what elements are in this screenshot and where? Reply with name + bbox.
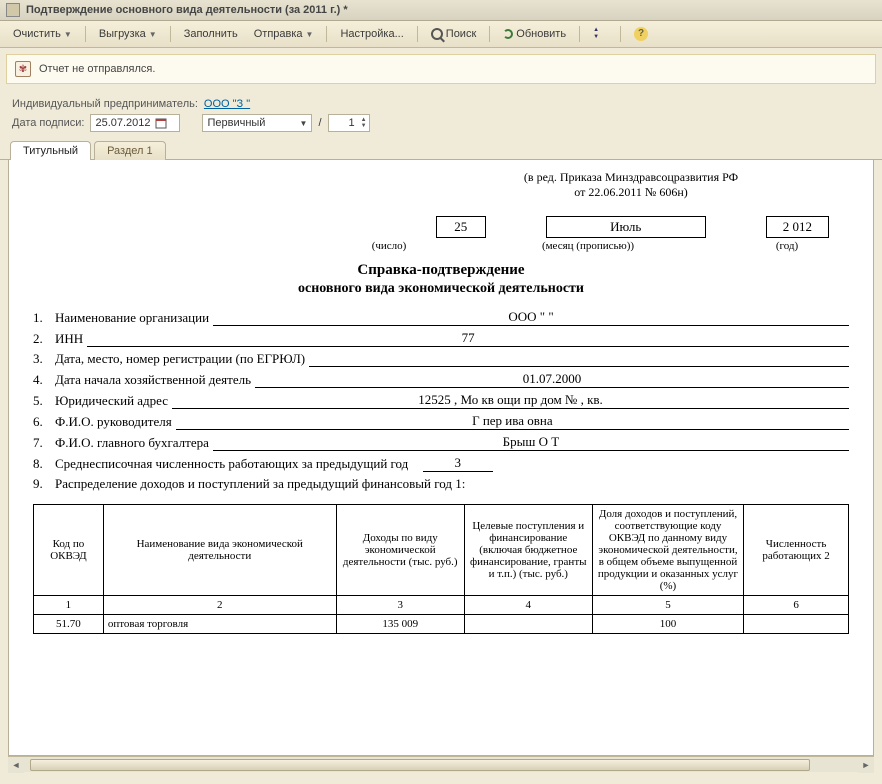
line3-value[interactable] — [309, 352, 849, 367]
edict-line-2: от 22.06.2011 № 606н) — [413, 185, 849, 200]
sign-date-field[interactable]: 25.07.2012 — [90, 114, 180, 132]
main-toolbar: Очистить▼ Выгрузка▼ Заполнить Отправка▼ … — [0, 21, 882, 48]
form-header: Индивидуальный предприниматель: ООО "З "… — [0, 90, 882, 140]
slash-label: / — [318, 117, 321, 129]
search-button[interactable]: Поиск — [424, 25, 483, 43]
hn1: 1 — [34, 596, 104, 615]
separator — [489, 26, 490, 42]
refresh-button[interactable]: Обновить — [496, 25, 573, 43]
tab-title-page[interactable]: Титульный — [10, 141, 91, 160]
line8-label: Среднесписочная численность работающих з… — [55, 456, 408, 472]
hn5: 5 — [592, 596, 743, 615]
th-share: Доля доходов и поступлений, соответствую… — [592, 505, 743, 596]
line4-label: Дата начала хозяйственной деятель — [55, 372, 251, 388]
line1-value[interactable]: ООО " " — [213, 309, 849, 326]
cell-okved[interactable]: 51.70 — [34, 615, 104, 634]
status-icon: ✾ — [15, 61, 31, 77]
ip-link[interactable]: ООО "З " — [204, 98, 250, 110]
scroll-right-icon[interactable]: ► — [858, 757, 874, 773]
doc-title: Справка-подтверждение — [33, 262, 849, 279]
document-viewport[interactable]: (в ред. Приказа Минздравсоцразвития РФ о… — [8, 160, 874, 756]
dropdown-icon[interactable]: ▼ — [300, 119, 308, 128]
export-button[interactable]: Выгрузка▼ — [92, 25, 164, 43]
date-day-box[interactable]: 25 — [436, 216, 486, 238]
th-okved: Код по ОКВЭД — [34, 505, 104, 596]
status-text: Отчет не отправлялся. — [39, 63, 155, 75]
sign-date-value: 25.07.2012 — [95, 117, 150, 129]
line1-label: Наименование организации — [55, 310, 209, 326]
horizontal-scrollbar[interactable]: ◄ ► — [8, 756, 874, 772]
date-year-box[interactable]: 2 012 — [766, 216, 829, 238]
edict-line-1: (в ред. Приказа Минздравсоцразвития РФ — [413, 170, 849, 185]
cell-count[interactable] — [744, 615, 849, 634]
cell-share[interactable]: 100 — [592, 615, 743, 634]
doc-subtitle: основного вида экономической деятельност… — [33, 281, 849, 297]
th-target: Целевые поступления и финансирование (вк… — [464, 505, 592, 596]
ip-label: Индивидуальный предприниматель: — [12, 98, 198, 110]
separator — [620, 26, 621, 42]
line3-label: Дата, место, номер регистрации (по ЕГРЮЛ… — [55, 351, 305, 367]
setup-button[interactable]: Настройка... — [333, 25, 410, 43]
report-number-value: 1 — [331, 117, 358, 129]
dropdown-icon[interactable]: ▼ — [306, 30, 314, 39]
search-icon — [431, 28, 443, 40]
line2-label: ИНН — [55, 331, 83, 347]
line5-label: Юридический адрес — [55, 393, 168, 409]
tab-bar: Титульный Раздел 1 — [0, 140, 882, 160]
date-year-label: (год) — [745, 240, 829, 252]
th-count: Численность работающих 2 — [744, 505, 849, 596]
separator — [170, 26, 171, 42]
expand-icon — [593, 27, 607, 41]
date-day-label: (число) — [347, 240, 431, 252]
cell-name[interactable]: оптовая торговля — [103, 615, 336, 634]
tab-section-1[interactable]: Раздел 1 — [94, 141, 166, 160]
separator — [85, 26, 86, 42]
help-icon: ? — [634, 27, 648, 41]
th-name: Наименование вида экономической деятельн… — [103, 505, 336, 596]
line7-value[interactable]: Брыш О Т — [213, 434, 849, 451]
cell-income[interactable]: 135 009 — [336, 615, 464, 634]
date-month-box[interactable]: Июль — [546, 216, 706, 238]
scroll-left-icon[interactable]: ◄ — [8, 757, 24, 773]
line2-value[interactable]: 77 — [87, 330, 849, 347]
send-button[interactable]: Отправка▼ — [247, 25, 321, 43]
report-number-stepper[interactable]: 1 ▲▼ — [328, 114, 370, 132]
cell-target[interactable] — [464, 615, 592, 634]
help-button[interactable]: ? — [627, 24, 655, 44]
line9-label: Распределение доходов и поступлений за п… — [55, 476, 465, 492]
dropdown-icon[interactable]: ▼ — [149, 30, 157, 39]
line8-value[interactable]: 3 — [423, 455, 493, 472]
calendar-icon[interactable] — [155, 117, 167, 129]
report-kind-select[interactable]: Первичный ▼ — [202, 114, 312, 132]
dropdown-icon[interactable]: ▼ — [64, 30, 72, 39]
line7-label: Ф.И.О. главного бухгалтера — [55, 435, 209, 451]
line6-label: Ф.И.О. руководителя — [55, 414, 172, 430]
hn6: 6 — [744, 596, 849, 615]
separator — [326, 26, 327, 42]
line4-value[interactable]: 01.07.2000 — [255, 371, 849, 388]
th-income: Доходы по виду экономической деятельност… — [336, 505, 464, 596]
table-row[interactable]: 51.70 оптовая торговля 135 009 100 — [34, 615, 849, 634]
date-month-label: (месяц (прописью)) — [491, 240, 685, 252]
app-icon — [6, 3, 20, 17]
window-title: Подтверждение основного вида деятельност… — [26, 4, 348, 16]
report-kind-value: Первичный — [207, 117, 295, 129]
window-titlebar: Подтверждение основного вида деятельност… — [0, 0, 882, 21]
hn2: 2 — [103, 596, 336, 615]
clear-button[interactable]: Очистить▼ — [6, 25, 79, 43]
scroll-thumb[interactable] — [30, 759, 810, 771]
hn4: 4 — [464, 596, 592, 615]
separator — [579, 26, 580, 42]
spin-down-icon[interactable]: ▼ — [361, 123, 367, 129]
hn3: 3 — [336, 596, 464, 615]
line6-value[interactable]: Г пер ива овна — [176, 413, 849, 430]
line5-value[interactable]: 12525 , Мо кв ощи пр дом № , кв. — [172, 392, 849, 409]
distribution-table: Код по ОКВЭД Наименование вида экономиче… — [33, 504, 849, 634]
sign-date-label: Дата подписи: — [12, 117, 84, 129]
fill-button[interactable]: Заполнить — [177, 25, 245, 43]
status-bar: ✾ Отчет не отправлялся. — [6, 54, 876, 84]
refresh-icon — [503, 29, 513, 39]
separator — [417, 26, 418, 42]
expand-collapse-button[interactable] — [586, 24, 614, 44]
